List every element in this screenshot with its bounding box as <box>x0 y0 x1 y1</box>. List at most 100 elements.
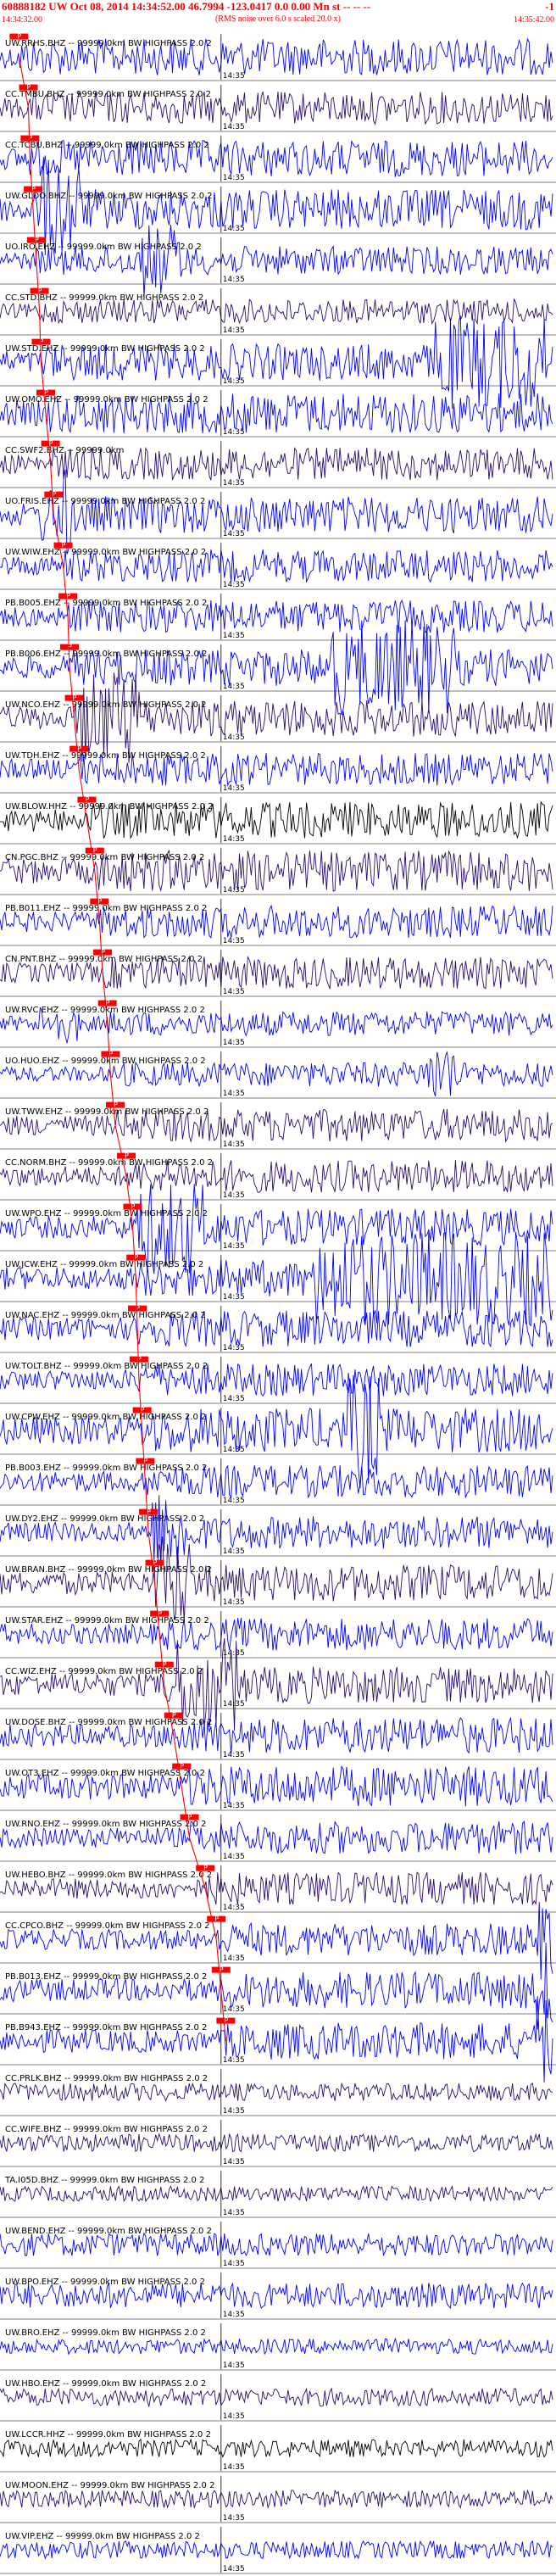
trace-row: 14:35 UW.BRO.EHZ -- 99999.0km BW HIGHPASS… <box>0 2323 556 2371</box>
tick-label: 14:35 <box>223 326 245 335</box>
station-label: UW.WIW.EHZ -- 99999.0km BW HIGHPASS 2.0 … <box>5 548 206 557</box>
pick-label: P <box>131 1203 135 1211</box>
tick-label: 14:35 <box>223 1853 245 1861</box>
waveform <box>0 2133 553 2153</box>
station-label: CC.WIFE.BHZ -- 99999.0km BW HIGHPASS 2.0… <box>5 2125 208 2134</box>
trace-row: 14:35 UW.BPO.EHZ -- 99999.0km BW HIGHPASS… <box>0 2272 556 2320</box>
tick-label: 14:35 <box>223 937 245 945</box>
waveform <box>0 224 553 298</box>
tick-label: 14:35 <box>223 1954 245 1963</box>
pick-label: P <box>163 1661 167 1669</box>
waveform <box>0 1996 553 2083</box>
waveform <box>0 2540 553 2560</box>
trace-row: 14:35 UW.STAR.EHZ -- 99999.0km BW HIGHPAS… <box>0 1610 556 1659</box>
station-label: UW.DOSE.BHZ -- 99999.0km BW HIGHPASS 2.0… <box>5 1718 212 1727</box>
trace-row: 14:35 PB.B003.EHZ -- 99999.0km BW HIGHPAS… <box>0 1458 556 1506</box>
tick-label: 14:35 <box>223 2005 245 2014</box>
tick-label: 14:35 <box>223 428 245 437</box>
tick-label: 14:35 <box>223 2514 245 2523</box>
tick-label: 14:35 <box>223 1446 245 1454</box>
station-label: UW.STAR.EHZ -- 99999.0km BW HIGHPASS 2.0… <box>5 1616 209 1625</box>
pick-label: P <box>224 2017 228 2025</box>
station-label: CN.PGC.BHZ -- 99999.0km BW HIGHPASS 2.0 … <box>5 853 204 862</box>
pick-label: P <box>180 1763 184 1770</box>
trace-row: 14:35 TA.I05D.BHZ -- 99999.0km BW HIGHPAS… <box>0 2171 556 2218</box>
seismogram-plot: 14:35 UW.RRHS.BHZ -- 99999.0km BW HIGHPAS… <box>0 33 556 2574</box>
tick-label: 14:35 <box>223 174 245 182</box>
station-label: UW.WPO.EHZ -- 99999.0km BW HIGHPASS 2.0 … <box>5 1209 208 1218</box>
station-label: UW.BLOW.HHZ -- 99999.0km BW HIGHPASS 2.0… <box>5 802 214 811</box>
station-label: CC.CPCO.BHZ -- 99999.0km BW HIGHPASS 2.0… <box>5 1921 210 1931</box>
station-label: UW.RNO.EHZ -- 99999.0km BW HIGHPASS 2.0 … <box>5 1820 207 1829</box>
station-label: PB.B005.EHZ -- 99999.0km BW HIGHPASS 2.0… <box>5 599 207 608</box>
trace-row: 14:35 CC.CPCO.BHZ -- 99999.0km BW HIGHPAS… <box>0 1902 556 1980</box>
trace-row: 14:35 UW.BLOW.HHZ -- 99999.0km BW HIGHPAS… <box>0 796 556 845</box>
pick-label: P <box>85 796 89 804</box>
trace-row: 14:35 CN.PNT.BHZ -- 99999.0km BW HIGHPASS… <box>0 949 556 997</box>
trace-row: 14:35 CN.PGC.BHZ -- 99999.0km BW HIGHPASS… <box>0 847 556 895</box>
tick-label: 14:35 <box>223 632 245 640</box>
pick-label: P <box>106 1000 110 1007</box>
waveform <box>0 1495 553 1571</box>
tick-label: 14:35 <box>223 1344 245 1352</box>
trace-row: 14:35 UO.HUO.EHZ -- 99999.0km BW HIGHPASS… <box>0 1051 556 1099</box>
station-label: UW.HBO.EHZ -- 99999.0km BW HIGHPASS 2.0 … <box>5 2379 206 2389</box>
tick-label: 14:35 <box>223 784 245 793</box>
station-label: UW.TDH.EHZ -- 99999.0km BW HIGHPASS 2.0 … <box>5 751 206 761</box>
station-label: CC.STD.BHZ -- 99999.0km BW HIGHPASS 2.0 … <box>5 293 203 303</box>
trace-row: 14:35 PB.B013.EHZ -- 99999.0km BW HIGHPAS… <box>0 1943 556 2030</box>
pick-label: P <box>203 1865 208 1872</box>
tick-label: 14:35 <box>223 2209 245 2217</box>
tick-label: 14:35 <box>223 276 245 284</box>
waveform <box>0 2185 553 2203</box>
station-label: CC.WIZ.EHZ -- 99999.0km BW HIGHPASS 2.0 … <box>5 1667 203 1676</box>
tick-label: 14:35 <box>223 1242 245 1251</box>
trace-row: 14:35 UW.VIP.EHZ -- 99999.0km BW HIGHPASS… <box>0 2527 556 2574</box>
pick-label: P <box>172 1712 176 1720</box>
pick-label: P <box>214 1915 219 1923</box>
pick-label: P <box>73 694 77 702</box>
tick-label: 14:35 <box>223 479 245 488</box>
trace-row: 14:35 UW.LCCR.HHZ -- 99999.0km BW HIGHPAS… <box>0 2425 556 2473</box>
station-label: UW.RVC.EHZ -- 99999.0km BW HIGHPASS 2.0 … <box>5 1006 205 1015</box>
waveform <box>0 1637 553 1731</box>
pick-label: P <box>44 389 48 397</box>
trace-row: 14:35 UW.RVC.EHZ -- 99999.0km BW HIGHPASS… <box>0 1000 556 1048</box>
station-label: CC.NORM.BHZ -- 99999.0km BW HIGHPASS 2.0… <box>5 1158 213 1168</box>
tick-label: 14:35 <box>223 988 245 996</box>
waveform <box>0 156 553 256</box>
trace-row: 14:35 UW.RRHS.BHZ -- 99999.0km BW HIGHPAS… <box>0 33 556 81</box>
waveform <box>0 1943 553 2030</box>
tick-label: 14:35 <box>223 2260 245 2268</box>
trace-row: 14:35 CC.WIFE.BHZ -- 99999.0km BW HIGHPAS… <box>0 2120 556 2167</box>
tick-label: 14:35 <box>223 1700 245 1709</box>
pick-label: P <box>188 1814 192 1821</box>
pick-label: P <box>49 440 53 448</box>
trace-row: 14:35 CC.NORM.BHZ -- 99999.0km BW HIGHPAS… <box>0 1152 556 1201</box>
tick-label: 14:35 <box>223 1751 245 1759</box>
trace-row: 14:35 UW.RNO.EHZ -- 99999.0km BW HIGHPASS… <box>0 1814 556 1862</box>
pick-label: P <box>27 84 31 92</box>
trace-row: 14:35 UO.FRIS.EHZ -- 99999.0km BW HIGHPAS… <box>0 469 556 555</box>
trace-row: 14:35 CC.TMBU.BHZ -- 99999.0km BW HIGHPAS… <box>0 84 556 132</box>
station-label: PB.B011.EHZ -- 99999.0km BW HIGHPASS 2.0… <box>5 904 207 913</box>
trace-row: 14:35 UW.DY2.EHZ -- 99999.0km BW HIGHPASS… <box>0 1495 556 1571</box>
tick-label: 14:35 <box>223 1140 245 1149</box>
pick-label: P <box>125 1152 129 1160</box>
tick-label: 14:35 <box>223 2361 245 2370</box>
tick-label: 14:35 <box>223 530 245 538</box>
station-label: UW.BEND.EHZ -- 99999.0km BW HIGHPASS 2.0… <box>5 2227 212 2236</box>
station-label: CC.PRLK.BHZ -- 99999.0km BW HIGHPASS 2.0… <box>5 2074 208 2083</box>
tick-label: 14:35 <box>223 1649 245 1658</box>
station-label: UW.OT3.EHZ -- 99999.0km BW HIGHPASS 2.0 … <box>5 1769 205 1778</box>
tick-label: 14:35 <box>223 1598 245 1607</box>
tick-label: 14:35 <box>223 72 245 81</box>
tick-label: 14:35 <box>223 2565 245 2573</box>
trace-row: 14:35 CC.SWF2.BHZ -- 99999.0kmP <box>0 440 556 488</box>
trace-row: 14:35 UW.TOLT.BHZ -- 99999.0km BW HIGHPAS… <box>0 1356 556 1404</box>
trace-row: 14:35 UW.GLDO.BHZ -- 99999.0km BW HIGHPAS… <box>0 156 556 256</box>
tick-label: 14:35 <box>223 1547 245 1556</box>
waveform <box>0 469 553 555</box>
waveform <box>0 1902 553 1980</box>
trace-row: 14:35 UW.TDH.EHZ -- 99999.0km BW HIGHPASS… <box>0 745 556 794</box>
